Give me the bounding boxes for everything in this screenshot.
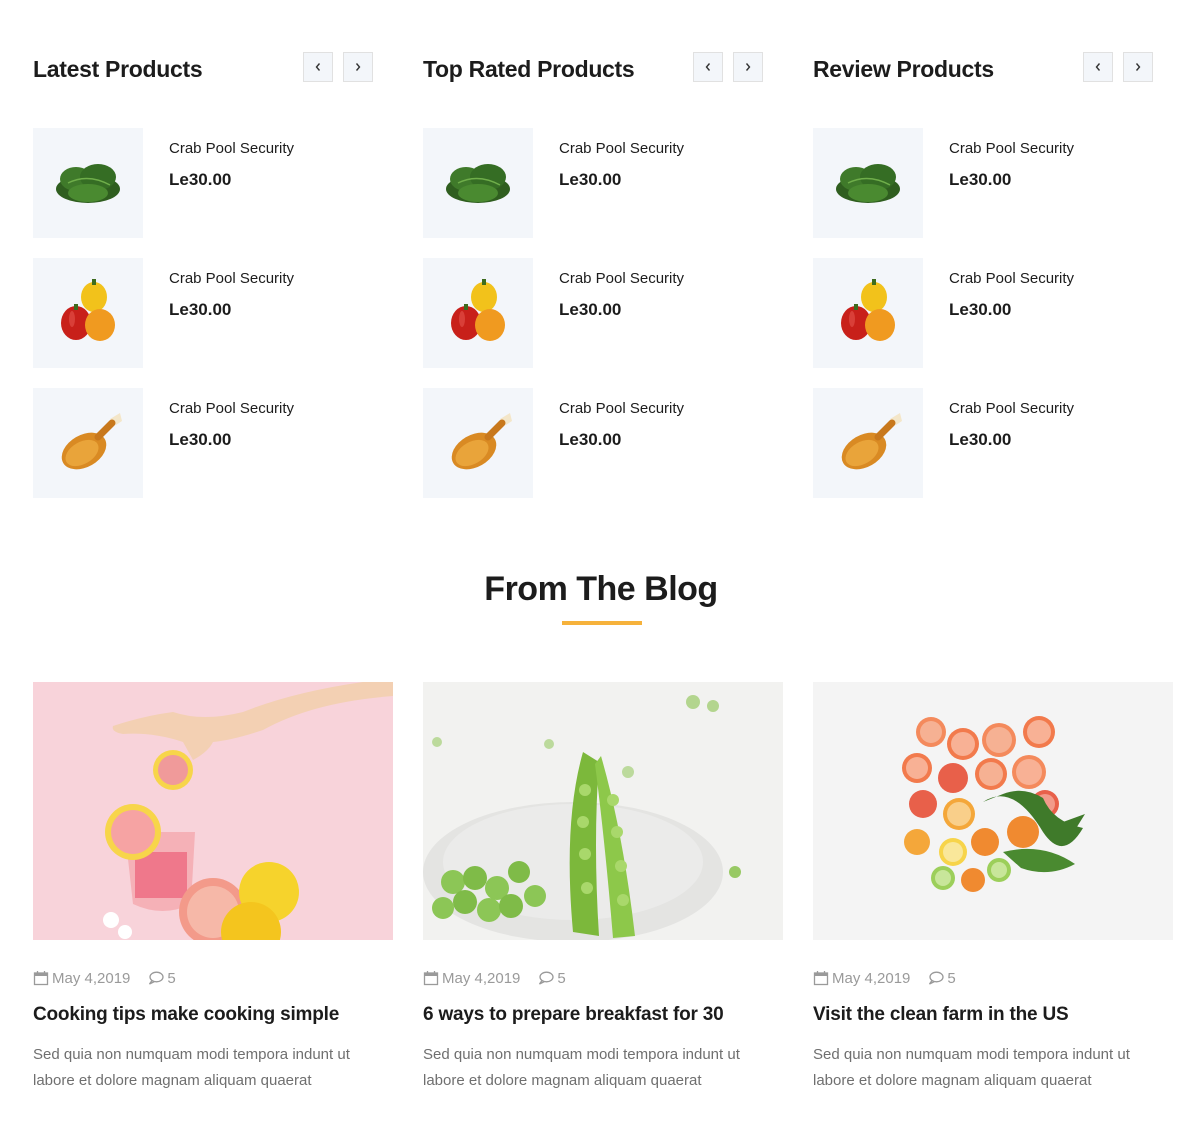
product-price: Le30.00 xyxy=(949,170,1012,189)
column-title: Latest Products xyxy=(33,56,203,82)
product-item[interactable]: Crab Pool Security Le30.00 xyxy=(813,128,1153,238)
calendar-icon xyxy=(33,970,49,986)
comment-icon xyxy=(538,970,555,986)
chevron-left-icon xyxy=(315,63,321,71)
comment-count: 5 xyxy=(557,969,566,987)
fried-chicken-leg-image xyxy=(61,413,122,470)
next-button[interactable] xyxy=(733,52,763,82)
bell-peppers-image xyxy=(841,279,895,341)
column-title: Top Rated Products xyxy=(423,56,635,82)
product-item[interactable]: Crab Pool Security Le30.00 xyxy=(423,258,763,368)
product-name[interactable]: Crab Pool Security xyxy=(169,400,294,417)
bell-peppers-image xyxy=(61,279,115,341)
blog-post-excerpt: Sed quia non numquam modi tempora indunt… xyxy=(813,1046,1130,1089)
product-item[interactable]: Crab Pool Security Le30.00 xyxy=(423,128,763,238)
product-item[interactable]: Crab Pool Security Le30.00 xyxy=(33,128,373,238)
chevron-right-icon xyxy=(1135,63,1141,71)
product-name[interactable]: Crab Pool Security xyxy=(949,140,1074,157)
product-price: Le30.00 xyxy=(169,170,232,189)
green-peas-image xyxy=(423,682,783,940)
product-thumbnail[interactable] xyxy=(813,128,923,238)
chevron-left-icon xyxy=(1095,63,1101,71)
product-thumbnail[interactable] xyxy=(33,258,143,368)
next-button[interactable] xyxy=(1123,52,1153,82)
comment-icon xyxy=(928,970,945,986)
product-item[interactable]: Crab Pool Security Le30.00 xyxy=(813,258,1153,368)
product-price: Le30.00 xyxy=(559,300,622,319)
product-thumbnail[interactable] xyxy=(813,258,923,368)
product-thumbnail[interactable] xyxy=(33,128,143,238)
spinach-image xyxy=(836,164,900,203)
post-date: May 4,2019 xyxy=(832,969,911,987)
column-title: Review Products xyxy=(813,56,994,82)
blog-post-title[interactable]: 6 ways to prepare breakfast for 30 xyxy=(423,1004,724,1026)
comment-icon xyxy=(148,970,165,986)
blog-image[interactable] xyxy=(813,682,1173,940)
spinach-image xyxy=(56,164,120,203)
product-item[interactable]: Crab Pool Security Le30.00 xyxy=(33,388,373,498)
product-name[interactable]: Crab Pool Security xyxy=(559,140,684,157)
product-thumbnail[interactable] xyxy=(33,388,143,498)
calendar-icon xyxy=(423,970,439,986)
product-price: Le30.00 xyxy=(559,430,622,449)
comment-count: 5 xyxy=(947,969,956,987)
product-item[interactable]: Crab Pool Security Le30.00 xyxy=(33,258,373,368)
post-date: May 4,2019 xyxy=(442,969,521,987)
prev-button[interactable] xyxy=(303,52,333,82)
product-item[interactable]: Crab Pool Security Le30.00 xyxy=(423,388,763,498)
chevron-right-icon xyxy=(745,63,751,71)
blog-meta: May 4,2019 5 xyxy=(33,968,176,988)
product-name[interactable]: Crab Pool Security xyxy=(949,400,1074,417)
grapefruit-drink-image xyxy=(33,682,393,940)
post-date: May 4,2019 xyxy=(52,969,131,987)
blog-post-excerpt: Sed quia non numquam modi tempora indunt… xyxy=(33,1046,350,1089)
blog-post-excerpt: Sed quia non numquam modi tempora indunt… xyxy=(423,1046,740,1089)
fried-chicken-leg-image xyxy=(841,413,902,470)
product-name[interactable]: Crab Pool Security xyxy=(559,400,684,417)
product-price: Le30.00 xyxy=(169,430,232,449)
title-underline xyxy=(562,621,642,625)
blog-image[interactable] xyxy=(33,682,393,940)
product-name[interactable]: Crab Pool Security xyxy=(169,270,294,287)
product-name[interactable]: Crab Pool Security xyxy=(559,270,684,287)
prev-button[interactable] xyxy=(1083,52,1113,82)
fried-chicken-leg-image xyxy=(451,413,512,470)
blog-image[interactable] xyxy=(423,682,783,940)
citrus-fruits-image xyxy=(813,682,1173,940)
product-price: Le30.00 xyxy=(949,430,1012,449)
blog-post-title[interactable]: Cooking tips make cooking simple xyxy=(33,1004,339,1026)
product-thumbnail[interactable] xyxy=(813,388,923,498)
chevron-right-icon xyxy=(355,63,361,71)
spinach-image xyxy=(446,164,510,203)
blog-meta: May 4,2019 5 xyxy=(813,968,956,988)
calendar-icon xyxy=(813,970,829,986)
product-price: Le30.00 xyxy=(949,300,1012,319)
products-section: Latest Products Crab Pool Security Le30.… xyxy=(33,52,1173,502)
next-button[interactable] xyxy=(343,52,373,82)
product-name[interactable]: Crab Pool Security xyxy=(169,140,294,157)
prev-button[interactable] xyxy=(693,52,723,82)
product-item[interactable]: Crab Pool Security Le30.00 xyxy=(813,388,1153,498)
product-thumbnail[interactable] xyxy=(423,388,533,498)
product-price: Le30.00 xyxy=(559,170,622,189)
product-thumbnail[interactable] xyxy=(423,128,533,238)
blog-section-title: From The Blog xyxy=(484,570,718,608)
blog-meta: May 4,2019 5 xyxy=(423,968,566,988)
product-price: Le30.00 xyxy=(169,300,232,319)
chevron-left-icon xyxy=(705,63,711,71)
product-thumbnail[interactable] xyxy=(423,258,533,368)
bell-peppers-image xyxy=(451,279,505,341)
product-name[interactable]: Crab Pool Security xyxy=(949,270,1074,287)
comment-count: 5 xyxy=(167,969,176,987)
blog-post-title[interactable]: Visit the clean farm in the US xyxy=(813,1004,1069,1026)
